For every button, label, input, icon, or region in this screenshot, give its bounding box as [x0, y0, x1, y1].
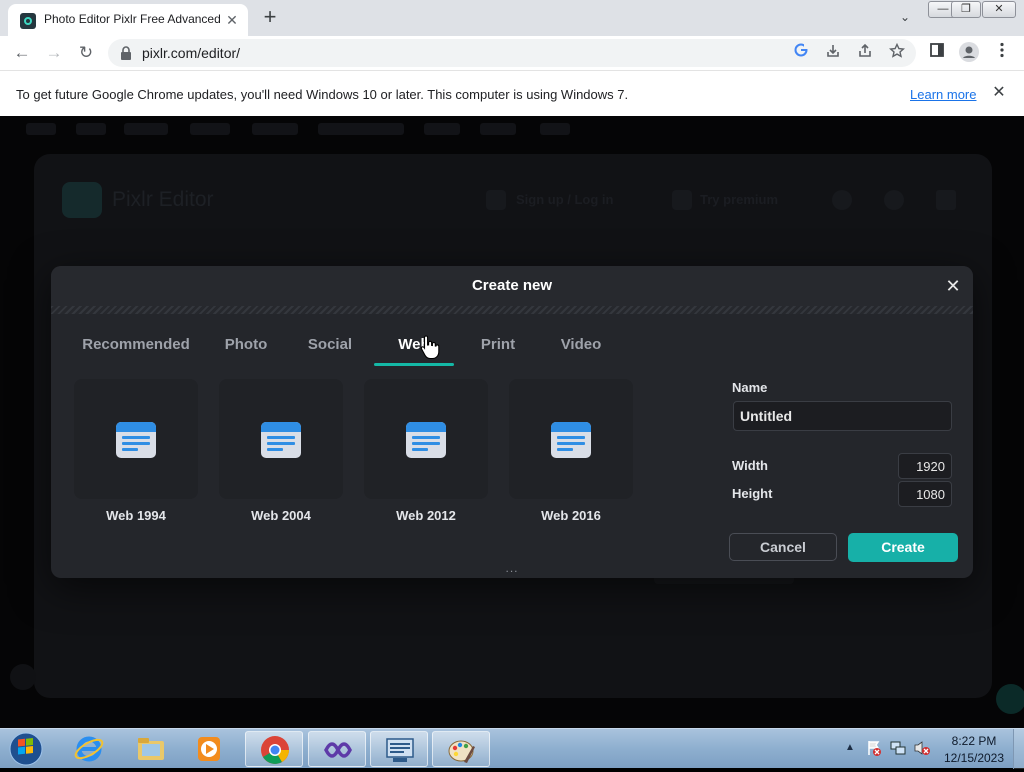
user-icon	[486, 190, 506, 210]
tab-recommended[interactable]: Recommended	[79, 336, 193, 356]
show-desktop-button[interactable]	[1013, 729, 1024, 769]
kebab-menu-icon[interactable]	[991, 42, 1013, 64]
profile-icon[interactable]	[958, 42, 980, 64]
template-label: Web 2004	[251, 508, 311, 523]
dialog-close-icon[interactable]: ✕	[943, 276, 963, 296]
back-button[interactable]: ←	[9, 40, 35, 66]
share-icon[interactable]	[855, 43, 875, 63]
volume-muted-icon[interactable]	[914, 740, 930, 756]
reload-button[interactable]: ↻	[73, 40, 99, 66]
premium-link: Try premium	[700, 192, 779, 207]
browser-toolbar: ← → ↻ pixlr.com/editor/	[0, 36, 1024, 70]
pixlr-brand: Pixlr Editor	[112, 188, 214, 211]
chat-bubble-icon	[996, 684, 1024, 714]
height-label: Height	[732, 486, 773, 501]
width-label: Width	[732, 458, 768, 473]
star-icon[interactable]	[887, 42, 907, 63]
hand-cursor-icon	[420, 334, 440, 360]
infobar-message: To get future Google Chrome updates, you…	[16, 87, 629, 102]
action-center-icon[interactable]	[866, 740, 882, 756]
active-tab-indicator	[374, 363, 454, 366]
clock-time[interactable]: 8:22 PM	[944, 734, 1004, 748]
network-icon[interactable]	[890, 740, 906, 756]
cancel-button[interactable]: Cancel	[729, 533, 837, 561]
tab-close-icon[interactable]: ✕	[224, 12, 240, 28]
hamburger-menu-icon	[936, 190, 956, 210]
on-screen-keyboard-icon[interactable]	[370, 731, 428, 767]
dialog-header-divider	[51, 306, 973, 314]
dialog-title: Create new	[471, 277, 553, 294]
signup-link: Sign up / Log in	[516, 192, 614, 207]
tab-search-icon[interactable]: ⌄	[894, 8, 916, 26]
template-web-2012[interactable]	[364, 379, 488, 499]
web-page-icon	[406, 422, 446, 458]
url-text[interactable]: pixlr.com/editor/	[142, 45, 542, 61]
left-floating-button	[10, 664, 36, 690]
template-label: Web 1994	[106, 508, 166, 523]
pixlr-favicon-icon	[20, 13, 36, 29]
google-chrome-icon[interactable]	[245, 731, 303, 767]
restore-button[interactable]: ❐	[951, 1, 981, 18]
tab-print[interactable]: Print	[475, 336, 521, 356]
web-page-icon	[116, 422, 156, 458]
pixlr-logo	[62, 182, 102, 218]
create-new-dialog: Create new ✕ Recommended Photo Social We…	[51, 266, 973, 578]
settings-icon	[832, 190, 852, 210]
file-explorer-icon[interactable]	[122, 731, 180, 767]
template-web-2004[interactable]	[219, 379, 343, 499]
google-icon[interactable]	[791, 43, 811, 63]
address-bar[interactable]: pixlr.com/editor/	[108, 39, 916, 67]
width-input[interactable]	[898, 453, 952, 479]
template-label: Web 2016	[541, 508, 601, 523]
crown-icon	[672, 190, 692, 210]
download-icon[interactable]	[823, 43, 843, 63]
browser-tab[interactable]: Photo Editor Pixlr Free Advanced Photo E…	[8, 4, 248, 36]
notification-icon	[884, 190, 904, 210]
tab-photo[interactable]: Photo	[221, 336, 271, 356]
template-label: Web 2012	[396, 508, 456, 523]
paint-icon[interactable]	[432, 731, 490, 767]
show-hidden-icons-button[interactable]: ▲	[844, 741, 856, 755]
visual-studio-icon[interactable]	[308, 731, 366, 767]
dialog-resize-handle[interactable]: ...	[502, 562, 522, 574]
internet-explorer-icon[interactable]	[60, 731, 118, 767]
name-label: Name	[732, 380, 768, 395]
create-button[interactable]: Create	[848, 533, 958, 562]
height-input[interactable]	[898, 481, 952, 507]
tab-social[interactable]: Social	[305, 336, 355, 356]
tab-title: Photo Editor Pixlr Free Advanced Photo E…	[44, 12, 220, 26]
tab-video[interactable]: Video	[556, 336, 606, 356]
web-page-icon	[261, 422, 301, 458]
tab-strip: Photo Editor Pixlr Free Advanced Photo E…	[0, 0, 1024, 36]
lock-icon[interactable]	[120, 46, 134, 60]
web-page-icon	[551, 422, 591, 458]
media-player-icon[interactable]	[180, 731, 238, 767]
window-close-button[interactable]: ✕	[982, 1, 1016, 18]
clock-date[interactable]: 12/15/2023	[938, 751, 1010, 765]
name-input[interactable]	[733, 401, 952, 431]
forward-button[interactable]: →	[41, 40, 67, 66]
sidebar-icon[interactable]	[926, 42, 948, 64]
infobar-close-icon[interactable]: ✕	[990, 83, 1008, 103]
template-web-2016[interactable]	[509, 379, 633, 499]
windows-taskbar: ▲ 8:22 PM 12/15/2023	[0, 728, 1024, 769]
new-tab-button[interactable]: +	[258, 5, 282, 29]
pixlr-menubar	[0, 116, 1024, 142]
learn-more-link[interactable]: Learn more	[910, 87, 978, 103]
update-infobar: To get future Google Chrome updates, you…	[0, 70, 1024, 116]
template-web-1994[interactable]	[74, 379, 198, 499]
start-orb-icon[interactable]	[4, 731, 48, 767]
